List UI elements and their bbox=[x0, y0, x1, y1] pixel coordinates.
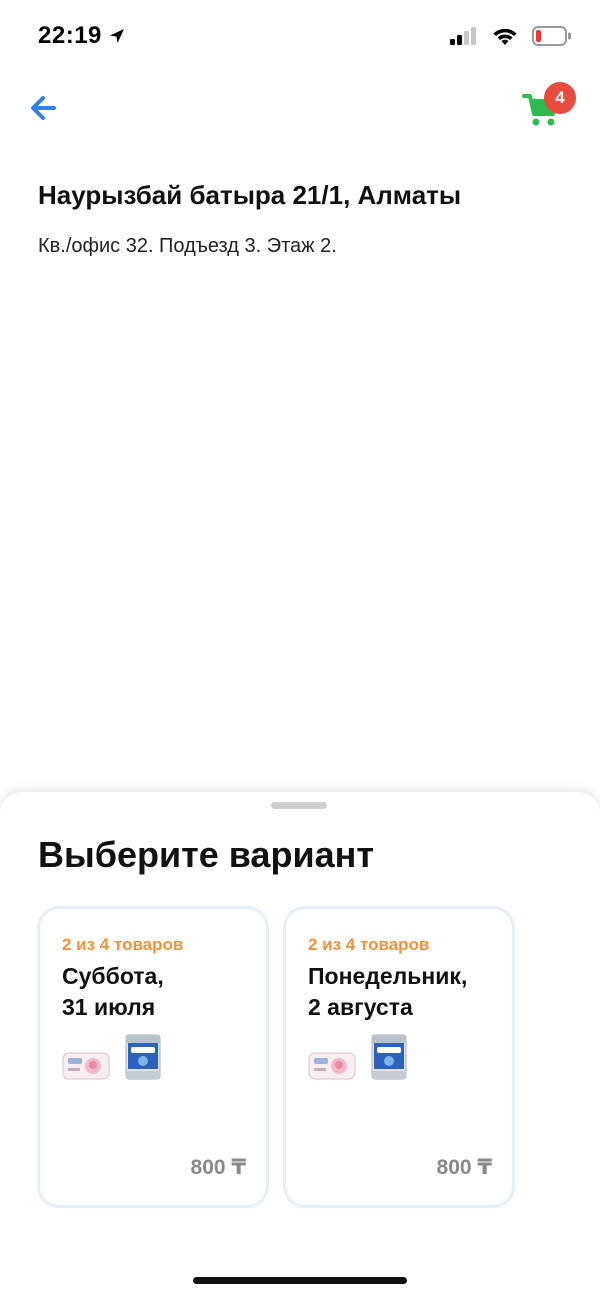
arrow-left-icon bbox=[31, 96, 56, 120]
items-count-label: 2 из 4 товаров bbox=[62, 935, 184, 954]
delivery-option-card[interactable]: 2 из 4 товаров Понедельник, 2 августа 80… bbox=[283, 906, 515, 1208]
product-thumbnails bbox=[308, 1033, 408, 1081]
wifi-icon bbox=[493, 28, 517, 45]
status-icons bbox=[450, 26, 572, 46]
delivery-date-line1: Понедельник, bbox=[308, 963, 468, 989]
delivery-option-card[interactable]: 2 из 4 товаров Суббота, 31 июля 800 ₸ bbox=[37, 906, 269, 1208]
nutrilon-formula-can bbox=[371, 1034, 407, 1080]
delivery-options-sheet: Выберите вариант 2 из 4 товаров Суббота,… bbox=[0, 792, 600, 1297]
wet-wipes-pack bbox=[308, 1052, 356, 1080]
delivery-price: 800 ₸ bbox=[436, 1156, 492, 1179]
delivery-date: Суббота, 31 июля bbox=[62, 961, 262, 1023]
delivery-price: 800 ₸ bbox=[190, 1156, 246, 1179]
nutrilon-formula-can bbox=[125, 1034, 161, 1080]
delivery-date-line2: 31 июля bbox=[62, 994, 156, 1020]
sheet-title: Выберите вариант bbox=[38, 834, 374, 875]
screen: 22:19 4 Наурызбай батыра 21/1, Алматы Кв… bbox=[0, 0, 600, 1297]
items-count-label: 2 из 4 товаров bbox=[308, 935, 430, 954]
home-indicator[interactable] bbox=[193, 1277, 407, 1284]
delivery-date: Понедельник, 2 августа bbox=[308, 961, 508, 1023]
status-time-group: 22:19 bbox=[38, 22, 126, 50]
battery-icon bbox=[532, 26, 571, 46]
back-button[interactable] bbox=[26, 90, 62, 126]
location-arrow-icon bbox=[109, 29, 124, 43]
address-title: Наурызбай батыра 21/1, Алматы bbox=[38, 180, 462, 210]
address-details: Кв./офис 32. Подъезд 3. Этаж 2. bbox=[38, 235, 337, 257]
status-bar: 22:19 bbox=[0, 0, 600, 76]
delivery-date-line2: 2 августа bbox=[308, 994, 413, 1020]
cellular-signal-icon bbox=[450, 27, 476, 45]
delivery-date-line1: Суббота, bbox=[62, 963, 164, 989]
product-thumbnails bbox=[62, 1033, 162, 1081]
wet-wipes-pack bbox=[62, 1052, 110, 1080]
status-time: 22:19 bbox=[38, 22, 102, 49]
sheet-drag-handle[interactable] bbox=[271, 802, 327, 809]
cart-badge: 4 bbox=[544, 82, 576, 114]
